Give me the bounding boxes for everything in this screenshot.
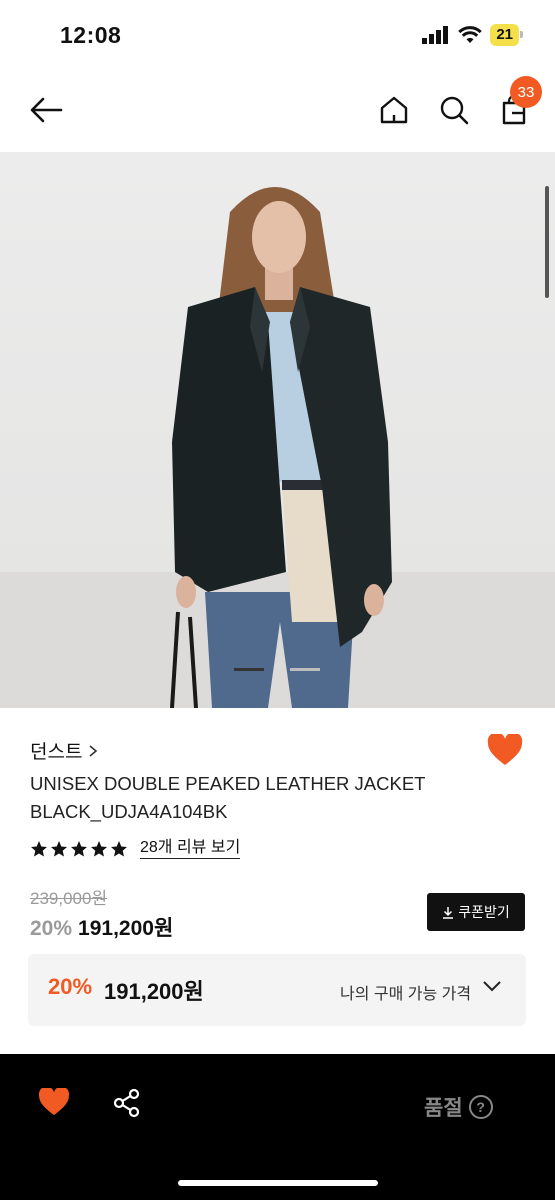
my-price-label: 나의 구매 가능 가격 bbox=[340, 986, 472, 1003]
heart-icon bbox=[487, 732, 523, 765]
product-image[interactable] bbox=[0, 152, 555, 708]
product-name-line1: UNISEX DOUBLE PEAKED LEATHER JACKET bbox=[30, 773, 426, 794]
back-arrow-icon bbox=[30, 97, 63, 123]
model-photo bbox=[0, 187, 555, 708]
image-scrollbar[interactable] bbox=[545, 186, 549, 298]
product-name-line2: BLACK_UDJA4A104BK bbox=[30, 801, 228, 822]
sold-out-status: 품절 ? bbox=[424, 1092, 493, 1122]
discount-rate: 20% bbox=[30, 917, 73, 940]
status-bar: 12:08 21 bbox=[0, 0, 555, 70]
share-icon bbox=[113, 1088, 140, 1118]
bottom-action-bar: 품절 ? bbox=[0, 1054, 555, 1200]
carousel-dot-1[interactable] bbox=[234, 668, 264, 671]
my-price-dropdown[interactable]: 20% 191,200원 나의 구매 가능 가격 bbox=[28, 954, 526, 1026]
back-button[interactable] bbox=[26, 90, 66, 130]
share-button[interactable] bbox=[112, 1088, 142, 1123]
review-link[interactable]: 28개 리뷰 보기 bbox=[140, 838, 241, 859]
home-icon bbox=[380, 96, 408, 124]
my-discount-rate: 20% bbox=[48, 974, 93, 999]
signal-icon bbox=[422, 26, 449, 44]
home-indicator bbox=[178, 1180, 378, 1186]
sale-price-row: 20% 191,200원 bbox=[30, 912, 173, 942]
cart-count-badge: 33 bbox=[510, 76, 542, 108]
brand-link[interactable]: 던스트 bbox=[30, 737, 98, 764]
wifi-icon bbox=[458, 26, 483, 43]
sale-price: 191,200원 bbox=[78, 917, 174, 940]
status-time: 12:08 bbox=[60, 22, 122, 48]
home-button[interactable] bbox=[374, 90, 414, 130]
brand-name: 던스트 bbox=[30, 742, 83, 763]
rating: 28개 리뷰 보기 bbox=[30, 838, 241, 859]
battery-indicator: 21 bbox=[490, 24, 523, 46]
search-button[interactable] bbox=[434, 90, 474, 130]
my-price: 191,200원 bbox=[104, 979, 204, 1004]
original-price: 239,000원 bbox=[30, 889, 108, 908]
sold-out-label: 품절 bbox=[424, 1097, 463, 1120]
wishlist-button[interactable] bbox=[487, 732, 523, 771]
top-navigation bbox=[0, 72, 555, 152]
chevron-right-icon bbox=[89, 744, 98, 757]
search-icon bbox=[440, 96, 469, 125]
carousel-indicator[interactable] bbox=[234, 668, 320, 671]
star-rating-icon bbox=[31, 840, 127, 856]
heart-icon bbox=[38, 1086, 70, 1116]
help-icon[interactable]: ? bbox=[468, 1095, 493, 1119]
carousel-dot-2[interactable] bbox=[290, 668, 320, 671]
download-icon bbox=[443, 906, 454, 919]
bottom-wishlist-button[interactable] bbox=[38, 1086, 70, 1121]
coupon-label: 쿠폰받기 bbox=[458, 904, 510, 920]
coupon-button[interactable]: 쿠폰받기 bbox=[427, 893, 525, 931]
chevron-down-icon bbox=[483, 981, 501, 992]
product-name: UNISEX DOUBLE PEAKED LEATHER JACKET BLAC… bbox=[30, 770, 470, 826]
